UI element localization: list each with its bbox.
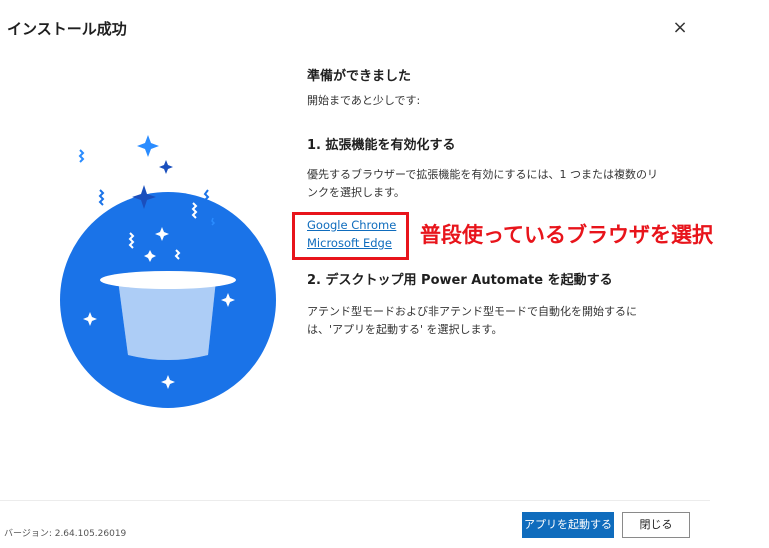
close-button[interactable]: 閉じる (622, 512, 690, 538)
magic-hat-illustration (60, 135, 276, 408)
annotation-callout: 普段使っているブラウザを選択 (420, 223, 713, 247)
annotation-highlight-box (292, 212, 409, 260)
close-icon[interactable]: × (670, 18, 690, 38)
ready-subtitle: 開始まであと少しです: (307, 94, 421, 107)
step1-heading: 1. 拡張機能を有効化する (307, 138, 456, 153)
footer-divider (0, 500, 710, 501)
launch-app-button[interactable]: アプリを起動する (522, 512, 614, 538)
ready-heading: 準備ができました (307, 69, 412, 84)
step1-description: 優先するブラウザーで拡張機能を有効にするには、1 つまたは複数のリンクを選択しま… (307, 168, 658, 199)
version-label: バージョン: 2.64.105.26019 (4, 529, 127, 539)
dialog-title: インストール成功 (7, 20, 127, 38)
step2-heading: 2. デスクトップ用 Power Automate を起動する (307, 273, 613, 288)
step2-description: アテンド型モードおよび非アテンド型モードで自動化を開始するには、'アプリを起動す… (307, 305, 637, 336)
